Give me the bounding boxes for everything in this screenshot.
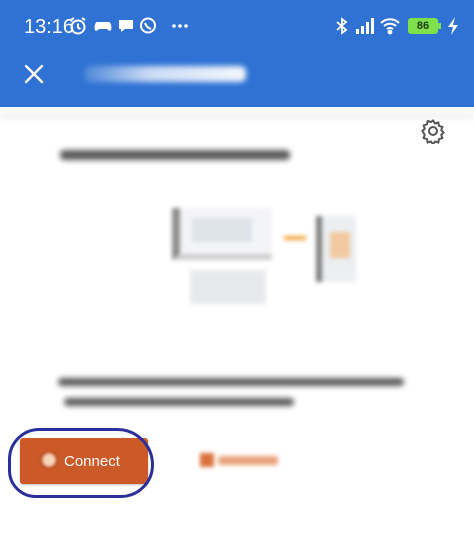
charging-icon	[444, 16, 464, 36]
battery-level: 86	[416, 20, 430, 32]
description-line-1-redacted	[58, 378, 404, 386]
close-icon	[24, 64, 44, 84]
illustration-panel-inner	[192, 218, 252, 242]
status-time: 13:16	[24, 16, 75, 38]
chat-bubble-icon	[116, 16, 136, 36]
illustration-arrow	[284, 236, 306, 240]
app-bar-title-redacted	[84, 66, 246, 82]
more-dots-icon	[170, 16, 190, 36]
illustration-device	[316, 216, 356, 282]
content-divider	[0, 114, 474, 120]
illustration-panel	[172, 208, 272, 260]
alarm-icon	[68, 16, 88, 36]
illustration-device-screen	[330, 232, 350, 258]
settings-button[interactable]	[420, 118, 446, 147]
battery-tip	[438, 23, 441, 29]
viber-icon	[138, 16, 158, 36]
connect-button-label: Connect	[64, 452, 120, 470]
illustration	[172, 208, 362, 308]
wifi-icon	[380, 16, 400, 36]
signal-icon	[354, 16, 374, 36]
illustration-panel-lower	[190, 270, 266, 304]
secondary-link-icon	[200, 453, 214, 467]
battery-icon: 86	[408, 18, 438, 34]
status-bar: 13:16 86	[0, 0, 474, 52]
close-button[interactable]	[18, 58, 50, 90]
secondary-link-redacted[interactable]	[200, 453, 278, 467]
secondary-link-text-redacted	[218, 456, 278, 465]
connect-button[interactable]: Connect	[20, 438, 148, 484]
gear-icon	[421, 119, 445, 147]
bluetooth-icon	[332, 16, 352, 36]
connect-icon	[40, 451, 58, 471]
app-bar: 13:16 86	[0, 0, 474, 107]
heading-redacted	[60, 150, 290, 160]
description-line-2-redacted	[64, 398, 294, 406]
controller-icon	[93, 16, 113, 36]
